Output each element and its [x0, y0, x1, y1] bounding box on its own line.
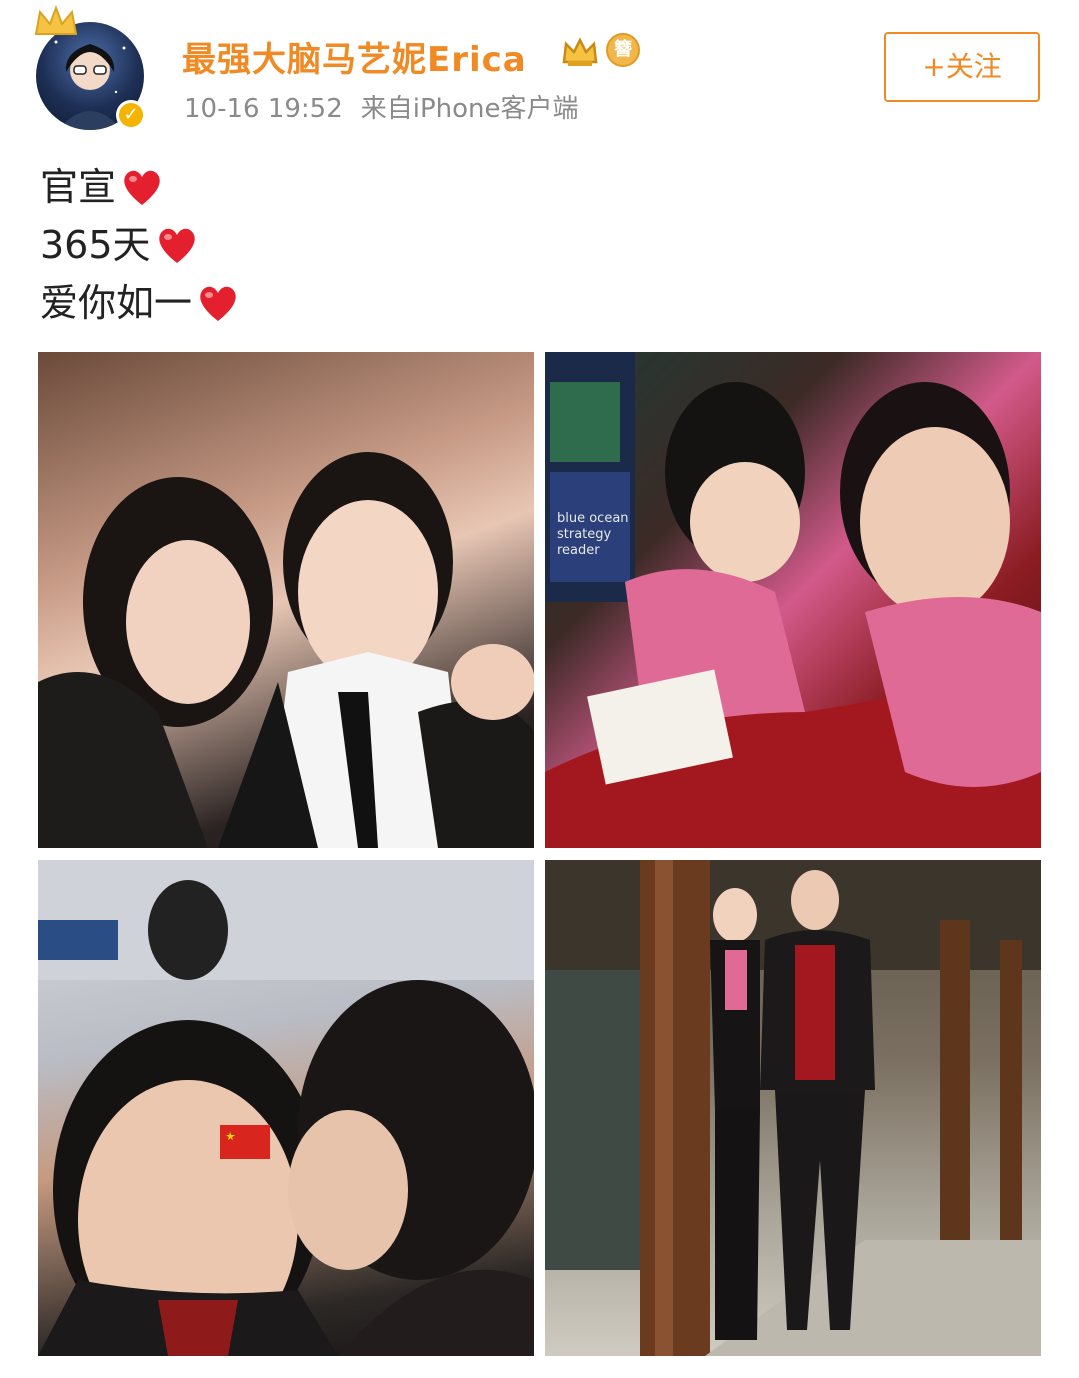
svg-text:reader: reader — [557, 543, 600, 558]
post-line-text: 365天 — [40, 223, 151, 267]
red-heart-icon — [158, 228, 195, 263]
post-line-text: 爱你如一 — [40, 281, 193, 325]
post-meta: 10-16 19:52 来自iPhone客户端 — [184, 88, 579, 125]
level-badge-icon: 簪 — [606, 33, 640, 67]
avatar[interactable]: ✓ — [34, 5, 148, 134]
post-line: 爱你如一 — [40, 274, 240, 332]
red-heart-icon — [200, 286, 236, 321]
post-timestamp: 10-16 19:52 — [184, 94, 343, 124]
post-body: 官宣 365天 爱你如一 — [40, 158, 240, 332]
vip-crown-icon — [562, 37, 598, 66]
book-title-text: blue ocean — [557, 511, 629, 526]
post-photo-2[interactable]: blue ocean strategy reader — [545, 352, 1041, 848]
crown-icon — [34, 5, 78, 35]
post-photo-3[interactable] — [38, 860, 534, 1356]
post-source: 来自iPhone客户端 — [360, 94, 579, 124]
follow-button[interactable]: +关注 — [884, 32, 1040, 102]
post-line: 官宣 — [40, 158, 240, 216]
red-heart-icon — [124, 170, 160, 205]
post-line: 365天 — [40, 216, 240, 274]
post-line-text: 官宣 — [40, 165, 117, 209]
username[interactable]: 最强大脑马艺妮Erica — [182, 32, 527, 81]
post-photo-1[interactable] — [38, 352, 534, 848]
post-header: ✓ 最强大脑马艺妮Erica 簪 10-16 19:52 来自iPhone客户端 … — [0, 0, 1079, 140]
verified-badge-icon: ✓ — [116, 100, 146, 130]
svg-text:strategy: strategy — [557, 527, 612, 542]
china-flag-sticker — [220, 1125, 270, 1159]
post-photo-4[interactable] — [545, 860, 1041, 1356]
